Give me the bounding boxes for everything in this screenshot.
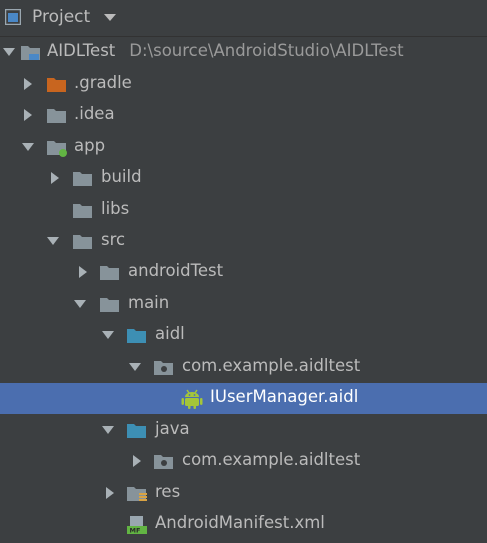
tree-item-aidl[interactable]: aidl [0, 320, 487, 351]
chevron-down-icon[interactable] [104, 14, 116, 21]
project-panel-header: Project [0, 0, 487, 37]
tree-item-java[interactable]: java [0, 415, 487, 446]
tree-item-androidmanifest[interactable]: MF AndroidManifest.xml [0, 509, 487, 540]
tree-item-label: aidl [155, 324, 185, 343]
source-folder-icon [127, 329, 146, 343]
tree-item-label: .gradle [74, 73, 132, 92]
tree-item-libs[interactable]: libs [0, 195, 487, 226]
source-folder-icon [127, 424, 146, 438]
tree-item-androidtest[interactable]: androidTest [0, 257, 487, 288]
tree-item-src[interactable]: src [0, 226, 487, 257]
package-icon [154, 361, 173, 375]
module-folder-icon [21, 46, 40, 60]
expand-arrow-right-icon[interactable] [21, 77, 35, 91]
expand-arrow-down-icon[interactable] [101, 328, 115, 342]
folder-icon [73, 204, 92, 218]
tree-item-label: androidTest [128, 261, 224, 280]
folder-orange-icon [47, 78, 66, 92]
tree-item-label: libs [101, 199, 130, 218]
tree-item-gradle[interactable]: .gradle [0, 69, 487, 100]
expand-arrow-down-icon[interactable] [21, 140, 35, 154]
project-path: D:\source\AndroidStudio\AIDLTest [129, 41, 404, 60]
folder-icon [73, 172, 92, 186]
tree-item-label: .idea [74, 104, 115, 123]
folder-icon [100, 266, 119, 280]
expand-arrow-right-icon[interactable] [130, 454, 144, 468]
expand-arrow-right-icon[interactable] [21, 108, 35, 122]
tree-item-main[interactable]: main [0, 289, 487, 320]
tree-item-label: java [155, 419, 190, 438]
package-icon [154, 455, 173, 469]
panel-title[interactable]: Project [32, 7, 90, 27]
tree-item-label: AndroidManifest.xml [155, 513, 325, 532]
tree-item-label: com.example.aidltest [182, 450, 361, 469]
tree-item-label: main [128, 293, 170, 312]
folder-icon [47, 109, 66, 123]
tree-item-build[interactable]: build [0, 163, 487, 194]
tree-item-res[interactable]: res [0, 478, 487, 509]
tree-item-label: src [101, 230, 126, 249]
tree-item-label: IUserManager.aidl [210, 387, 359, 406]
folder-icon [100, 298, 119, 312]
folder-icon [73, 235, 92, 249]
tree-item-java-package[interactable]: com.example.aidltest [0, 446, 487, 477]
expand-arrow-down-icon[interactable] [128, 360, 142, 374]
android-icon [181, 389, 203, 409]
expand-arrow-down-icon[interactable] [101, 423, 115, 437]
project-window-icon [5, 9, 21, 25]
resource-folder-icon [127, 487, 147, 501]
svg-text:MF: MF [130, 527, 141, 535]
tree-item-label: build [101, 167, 142, 186]
tree-item-label: com.example.aidltest [182, 356, 361, 375]
expand-arrow-down-icon[interactable] [73, 297, 87, 311]
expand-arrow-right-icon[interactable] [103, 486, 117, 500]
tree-item-label: res [155, 482, 181, 501]
expand-arrow-down-icon[interactable] [46, 234, 60, 248]
tree-item-root[interactable]: AIDLTest D:\source\AndroidStudio\AIDLTest [0, 37, 487, 68]
tree-item-idea[interactable]: .idea [0, 100, 487, 131]
tree-item-label: app [74, 136, 106, 155]
tree-item-iusermanager-aidl[interactable]: IUserManager.aidl [0, 383, 487, 414]
tree-item-aidl-package[interactable]: com.example.aidltest [0, 352, 487, 383]
manifest-icon: MF [127, 516, 147, 535]
tree-item-label: AIDLTest [47, 41, 116, 60]
tree-item-app[interactable]: app [0, 132, 487, 163]
expand-arrow-right-icon[interactable] [76, 265, 90, 279]
module-folder-icon [47, 141, 67, 157]
expand-arrow-down-icon[interactable] [2, 45, 16, 59]
expand-arrow-right-icon[interactable] [48, 171, 62, 185]
